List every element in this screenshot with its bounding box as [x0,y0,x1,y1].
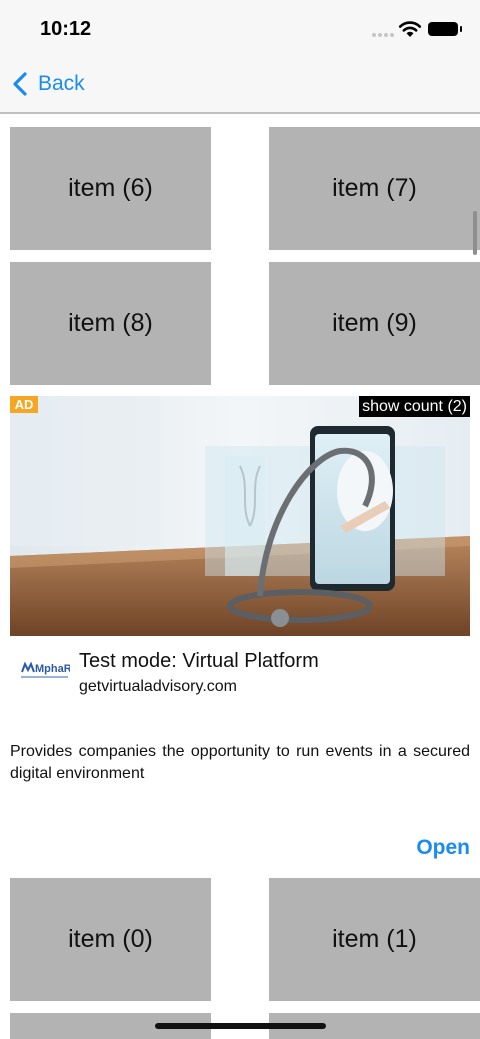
item-label: item (1) [332,925,417,953]
ad-media-image[interactable]: AD show count (2) [10,396,470,636]
cellular-signal-icon [372,33,394,37]
navigation-bar: Back [0,58,480,114]
scroll-indicator [473,211,477,255]
collection-item[interactable]: item (1) [269,878,480,1001]
collection-item[interactable]: item (7) [269,127,480,250]
home-indicator [155,1023,326,1029]
battery-icon [428,22,462,36]
item-label: item (9) [332,309,417,337]
collection-item[interactable]: item (8) [10,262,211,385]
show-count-label: show count (2) [359,396,470,417]
ad-body-text: Provides companies the opportunity to ru… [10,743,470,782]
advertiser-logo: MphaR [20,658,72,684]
native-ad[interactable]: AD show count (2) MphaR Test mode: Virtu… [10,396,470,866]
ad-headline: Test mode: Virtual Platform [79,650,319,672]
chevron-left-icon [13,72,27,96]
grid-row: item (6) item (7) [0,127,480,250]
ad-domain: getvirtualadvisory.com [79,678,237,695]
status-time: 10:12 [40,18,92,40]
item-label: item (6) [68,174,153,202]
collection-item[interactable]: item (9) [269,262,480,385]
grid-row: item (8) item (9) [0,262,480,385]
collection-item[interactable]: item (6) [10,127,211,250]
wifi-icon [398,21,422,37]
collection-item[interactable]: item (0) [10,878,211,1001]
item-label: item (0) [68,925,153,953]
ad-badge: AD [10,396,38,413]
back-label: Back [38,72,85,95]
open-button[interactable]: Open [416,836,470,860]
item-label: item (8) [68,309,153,337]
back-button[interactable]: Back [10,70,85,98]
status-bar: 10:12 [0,0,480,58]
grid-row: item (0) item (1) [0,878,480,1001]
logo-text: MphaR [35,663,70,675]
ad-hero-image [10,396,470,636]
item-label: item (7) [332,174,417,202]
